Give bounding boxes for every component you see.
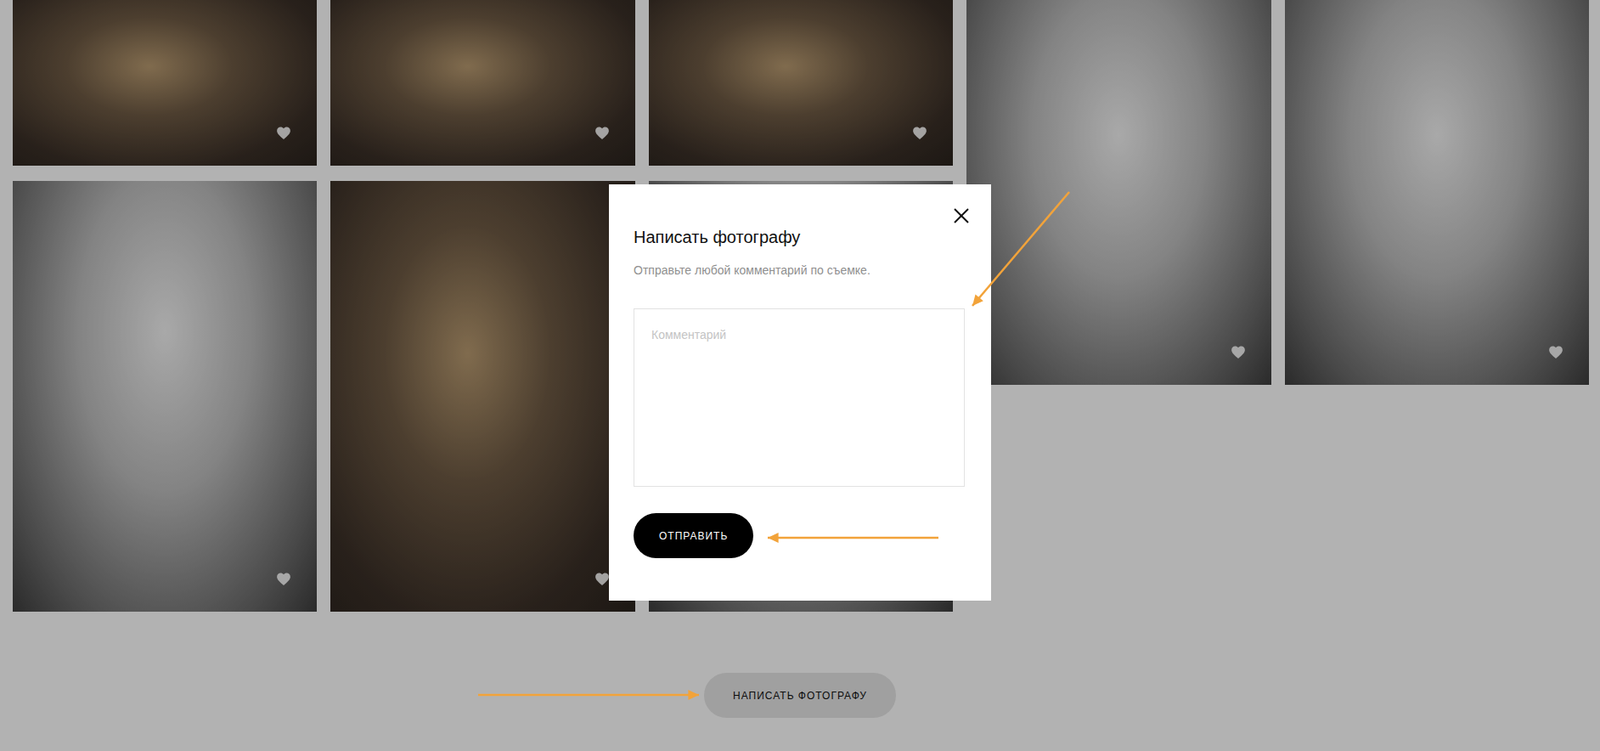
send-button[interactable]: ОТПРАВИТЬ xyxy=(633,512,754,558)
arrow-icon xyxy=(972,191,1070,306)
close-icon[interactable] xyxy=(952,207,970,225)
dialog-title: Написать фотографу xyxy=(633,226,965,248)
arrow-icon xyxy=(478,689,699,700)
comment-field[interactable] xyxy=(633,308,965,487)
dialog-subtitle: Отправьте любой комментарий по съемке. xyxy=(633,261,965,279)
modal-backdrop-layer[interactable]: Написать фотографу Отправьте любой коммен… xyxy=(0,0,1600,751)
arrow-icon xyxy=(767,532,939,543)
message-dialog: Написать фотографу Отправьте любой коммен… xyxy=(608,184,992,601)
close-button[interactable] xyxy=(952,204,970,222)
